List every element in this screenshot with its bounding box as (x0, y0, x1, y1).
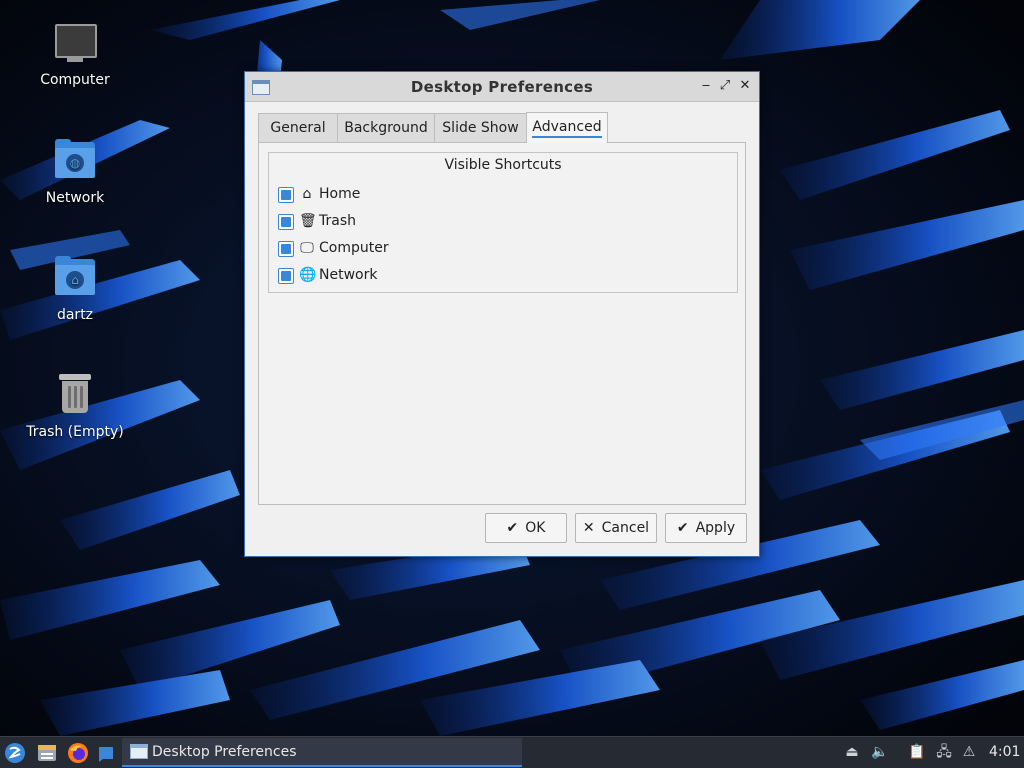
tab-advanced[interactable]: Advanced (526, 112, 608, 143)
eject-icon[interactable]: ⏏ (843, 743, 861, 761)
globe-icon: 🌐 (299, 267, 317, 283)
trash-icon: 🗑 (299, 213, 317, 229)
taskbar-window-label: Desktop Preferences (152, 744, 297, 760)
network-folder-icon: ◍ (53, 138, 97, 182)
group-title: Visible Shortcuts (444, 157, 562, 173)
cancel-x-icon: ✕ (582, 520, 595, 536)
monitor-icon: 🖵 (300, 240, 314, 256)
tab-general[interactable]: General (258, 113, 338, 143)
desktop-icon-home[interactable]: ⌂ dartz (10, 255, 140, 323)
shortcut-label: Trash (319, 213, 356, 229)
desktop-icon-label: Computer (40, 72, 110, 88)
desktop-icon-label: Trash (Empty) (26, 424, 124, 440)
shortcut-label: Home (319, 186, 361, 202)
home-folder-icon: ⌂ (53, 255, 97, 299)
apply-button[interactable]: ✔ Apply (665, 513, 747, 543)
trash-checkbox[interactable] (278, 214, 294, 230)
home-checkbox[interactable] (278, 187, 294, 203)
advanced-tab-panel: Visible Shortcuts ⌂ Home 🗑 Trash 🖵 Compu… (258, 142, 746, 505)
desktop-icon-label: Network (45, 190, 105, 206)
network-checkbox[interactable] (278, 268, 294, 284)
maximize-button[interactable]: ⤢ (716, 77, 734, 95)
clock[interactable]: 4:01 (989, 744, 1020, 760)
firefox-icon[interactable] (67, 742, 89, 764)
desktop-preferences-dialog: Desktop Preferences ‒ ⤢ ✕ General Backgr… (244, 71, 760, 557)
shortcut-label: Network (319, 267, 378, 283)
taskbar: Desktop Preferences ⏏ 🔈 📋 🖧 ⚠ 4:01 (0, 736, 1024, 768)
dialog-title: Desktop Preferences (410, 78, 594, 96)
tab-background[interactable]: Background (337, 113, 435, 143)
home-icon: ⌂ (302, 186, 312, 202)
tab-slide-show[interactable]: Slide Show (434, 113, 527, 143)
show-desktop-icon[interactable] (96, 742, 118, 764)
clipboard-icon[interactable]: 📋 (908, 743, 926, 761)
visible-shortcuts-group: Visible Shortcuts ⌂ Home 🗑 Trash 🖵 Compu… (268, 152, 738, 293)
computer-checkbox[interactable] (278, 241, 294, 257)
start-menu-icon[interactable] (4, 742, 26, 764)
cancel-button[interactable]: ✕ Cancel (575, 513, 657, 543)
ok-button[interactable]: ✔ OK (485, 513, 567, 543)
window-icon (130, 744, 148, 759)
desktop-icon-trash[interactable]: Trash (Empty) (10, 372, 140, 440)
dialog-titlebar[interactable]: Desktop Preferences ‒ ⤢ ✕ (245, 72, 759, 102)
desktop-icon-label: dartz (56, 307, 94, 323)
trash-icon (53, 372, 97, 416)
close-button[interactable]: ✕ (736, 77, 754, 95)
volume-icon[interactable]: 🔈 (871, 743, 889, 761)
network-status-icon[interactable]: 🖧 (935, 743, 953, 761)
file-manager-icon[interactable] (36, 742, 58, 764)
checkmark-icon: ✔ (506, 520, 519, 536)
computer-icon (53, 20, 97, 64)
checkmark-icon: ✔ (676, 520, 689, 536)
taskbar-window-button[interactable]: Desktop Preferences (122, 738, 522, 767)
desktop-icon-computer[interactable]: Computer (10, 20, 140, 88)
desktop-icon-network[interactable]: ◍ Network (10, 138, 140, 206)
minimize-button[interactable]: ‒ (697, 77, 715, 95)
shortcut-label: Computer (319, 240, 389, 256)
update-notifier-icon[interactable]: ⚠ (960, 743, 978, 761)
